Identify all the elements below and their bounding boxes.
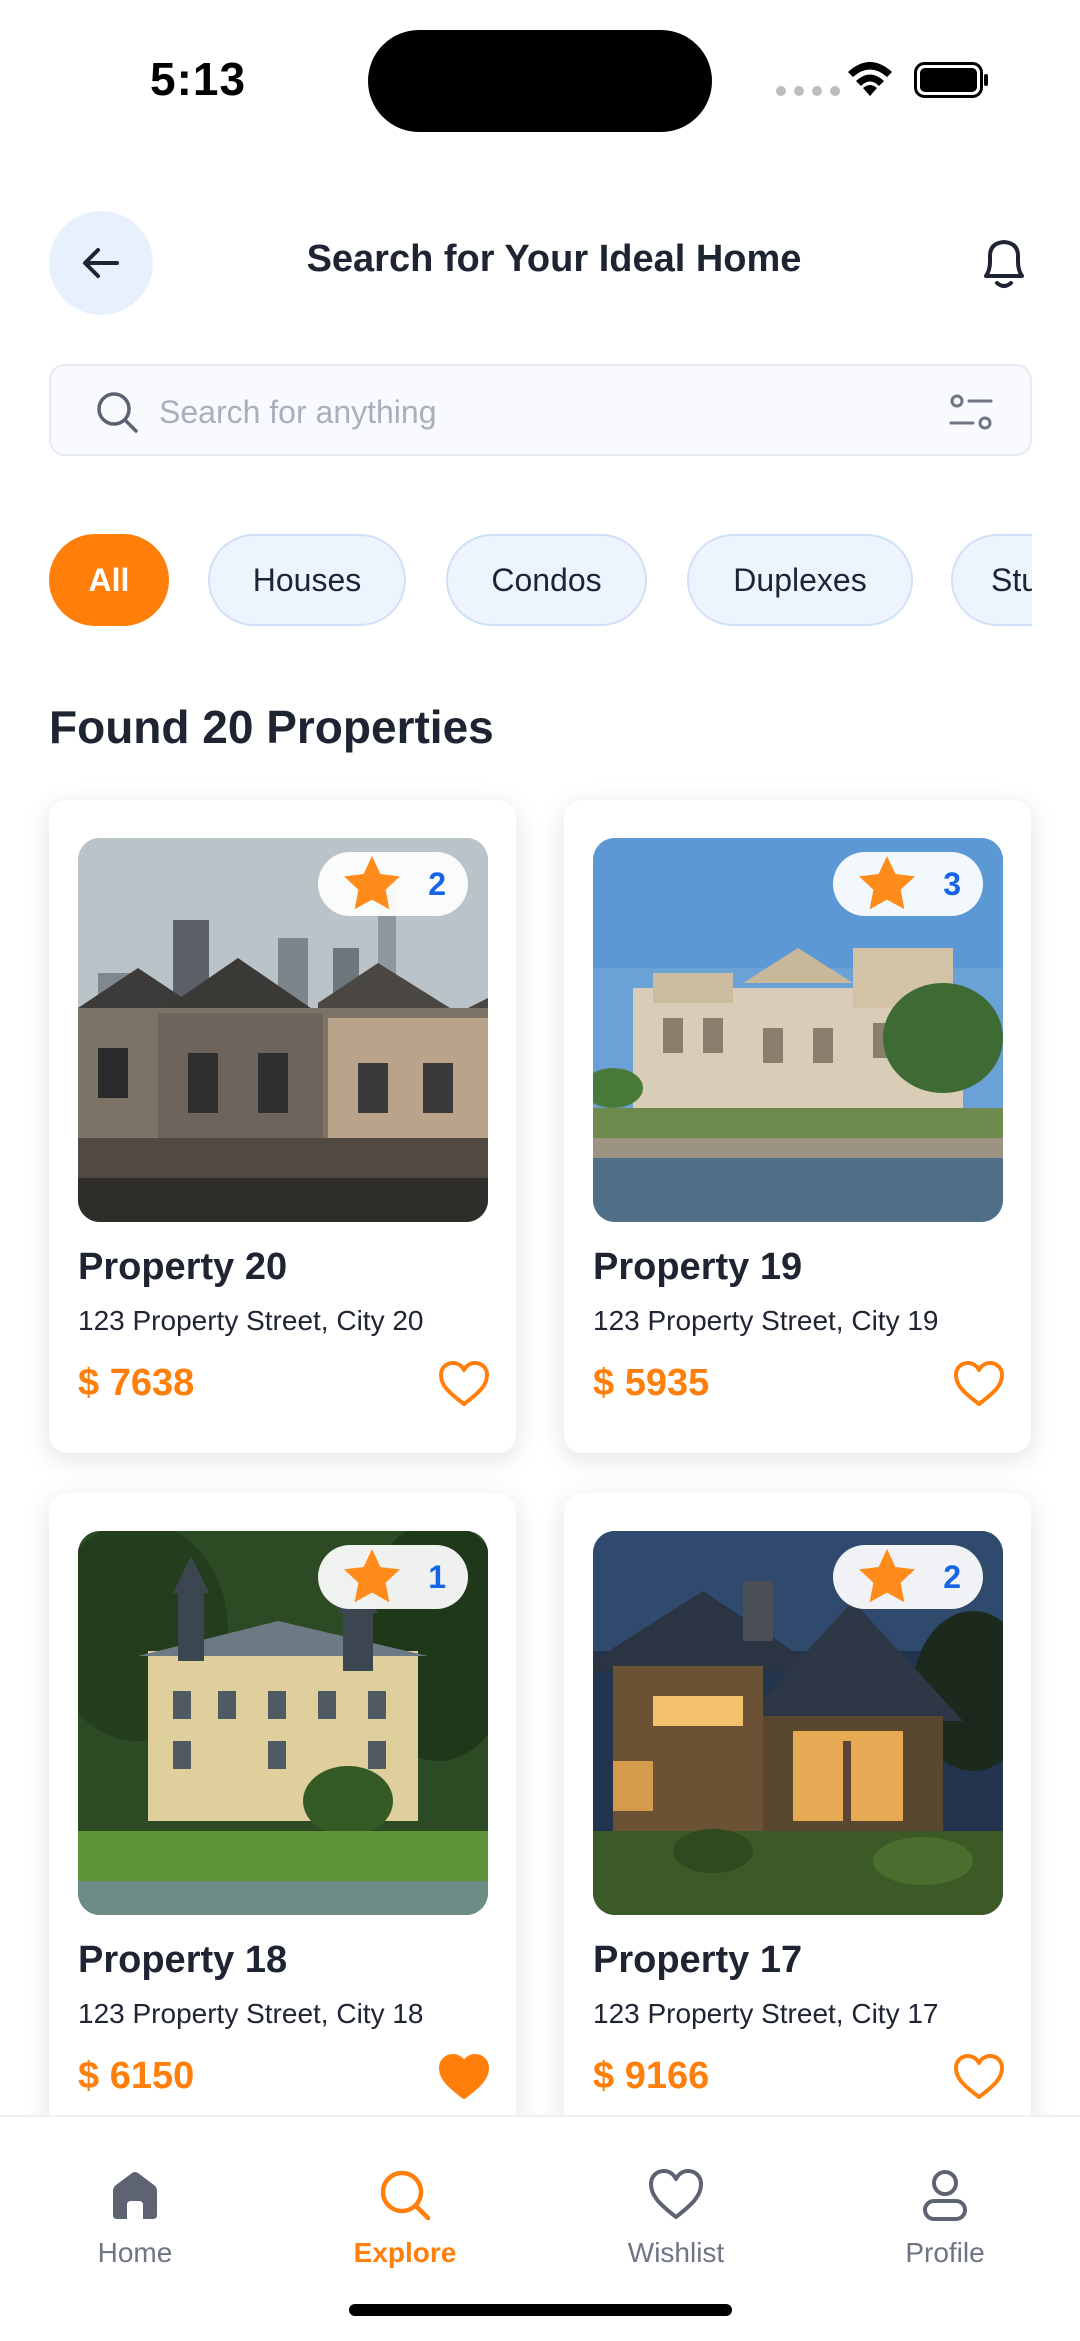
property-address: 123 Property Street, City 20 — [78, 1305, 424, 1336]
nav-home[interactable]: Home — [35, 2165, 235, 2269]
rating-value: 2 — [428, 865, 446, 902]
home-icon — [113, 2172, 157, 2219]
rating-badge: 2 — [833, 1545, 983, 1609]
property-price: $ 9166 — [593, 2055, 710, 2097]
property-name: Property 17 — [593, 1939, 803, 1981]
nav-home-label: Home — [97, 2237, 173, 2268]
rating-value: 2 — [943, 1558, 961, 1595]
notification-bell-icon[interactable] — [976, 234, 1032, 294]
back-button[interactable] — [49, 211, 153, 315]
property-name: Property 19 — [593, 1246, 803, 1288]
nav-explore-label: Explore — [353, 2237, 457, 2268]
property-card[interactable]: 2 Property 17 123 Property Street, City … — [564, 1493, 1031, 2146]
property-address: 123 Property Street, City 17 — [593, 1998, 939, 2029]
chip-houses[interactable]: Houses — [208, 534, 406, 626]
category-chips: All Houses Condos Duplexes Studios — [49, 534, 1032, 628]
arrow-left-icon — [83, 248, 119, 278]
chip-condos[interactable]: Condos — [446, 534, 647, 626]
rating-badge: 3 — [833, 852, 983, 916]
status-time: 5:13 — [150, 53, 247, 105]
nav-explore[interactable]: Explore — [305, 2165, 505, 2269]
property-card[interactable]: 1 Property 18 123 Property Street, City … — [49, 1493, 516, 2146]
rating-value: 3 — [943, 865, 961, 902]
rating-value: 1 — [428, 1558, 446, 1595]
property-card[interactable]: 3 Property 19 123 Property Street, City … — [564, 800, 1031, 1453]
property-name: Property 20 — [78, 1246, 288, 1288]
heart-filled-icon[interactable] — [438, 2053, 490, 2101]
star-icon — [859, 1549, 916, 1603]
property-price: $ 7638 — [78, 1362, 195, 1404]
heart-outline-icon[interactable] — [953, 1360, 1005, 1408]
filter-icon[interactable] — [947, 390, 995, 434]
user-icon — [923, 2170, 967, 2221]
property-price: $ 5935 — [593, 1362, 710, 1404]
results-title: Found 20 Properties — [49, 701, 494, 753]
battery-icon — [914, 62, 988, 98]
rating-badge: 2 — [318, 852, 468, 916]
star-icon — [859, 856, 916, 910]
property-image: 2 — [593, 1531, 1003, 1915]
wifi-icon — [848, 62, 892, 96]
nav-wishlist[interactable]: Wishlist — [576, 2165, 776, 2269]
property-image: 2 — [78, 838, 488, 1222]
property-image: 1 — [78, 1531, 488, 1915]
star-icon — [344, 1549, 401, 1603]
dynamic-island — [368, 30, 712, 132]
search-field[interactable]: Search for anything — [49, 364, 1032, 456]
property-card[interactable]: 2 Property 20 123 Property Street, City … — [49, 800, 516, 1453]
property-address: 123 Property Street, City 18 — [78, 1998, 424, 2029]
cellular-signal-icon — [776, 86, 840, 96]
nav-profile-label: Profile — [905, 2237, 985, 2268]
chip-all[interactable]: All — [49, 534, 169, 626]
status-bar: 5:13 — [0, 0, 1080, 150]
nav-wishlist-label: Wishlist — [627, 2237, 725, 2268]
chip-studios[interactable]: Studios — [951, 534, 1032, 626]
heart-icon — [649, 2169, 703, 2219]
page-title: Search for Your Ideal Home — [306, 238, 802, 280]
property-image: 3 — [593, 838, 1003, 1222]
search-icon — [380, 2170, 431, 2221]
property-name: Property 18 — [78, 1939, 288, 1981]
property-address: 123 Property Street, City 19 — [593, 1305, 939, 1336]
star-icon — [344, 856, 401, 910]
heart-outline-icon[interactable] — [438, 1360, 490, 1408]
search-placeholder: Search for anything — [159, 394, 437, 430]
property-price: $ 6150 — [78, 2055, 195, 2097]
heart-outline-icon[interactable] — [953, 2053, 1005, 2101]
home-indicator — [349, 2304, 732, 2316]
rating-badge: 1 — [318, 1545, 468, 1609]
chip-duplexes[interactable]: Duplexes — [687, 534, 913, 626]
nav-profile[interactable]: Profile — [845, 2165, 1045, 2269]
search-icon — [97, 392, 138, 433]
